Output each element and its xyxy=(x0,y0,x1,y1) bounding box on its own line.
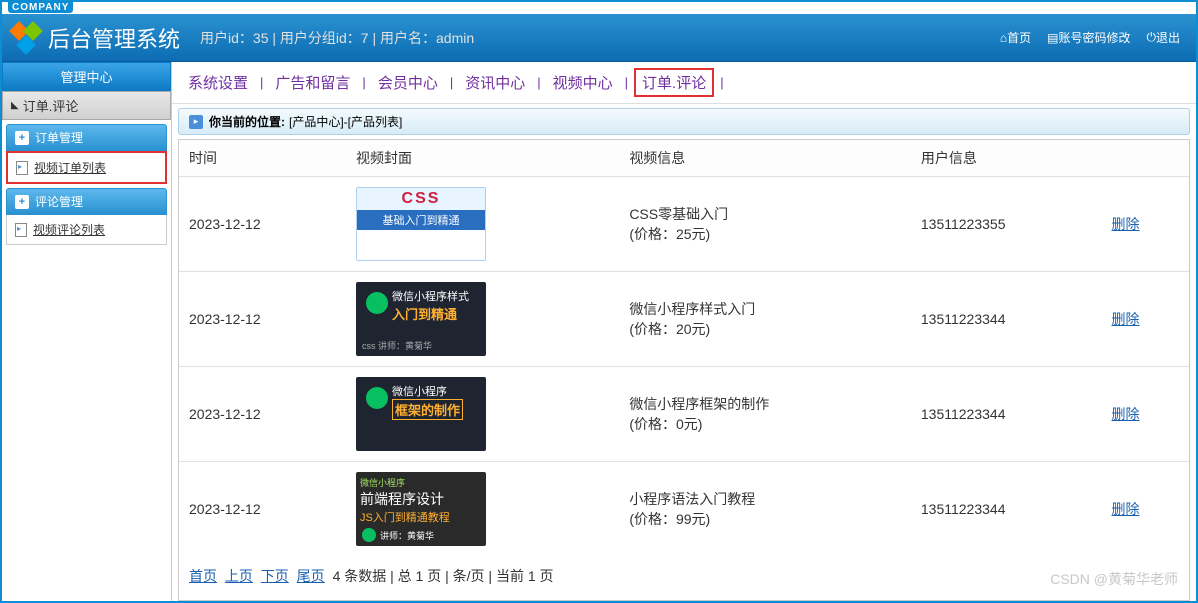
pagination: 首页 上页 下页 尾页 4 条数据 | 总 1 页 | 条/页 | 当前 1 页 xyxy=(179,556,1189,596)
video-thumbnail: 微信小程序框架的制作 xyxy=(356,377,486,451)
nav-system[interactable]: 系统设置 xyxy=(182,70,254,95)
table-row: 2023-12-12 微信小程序样式入门到精通css 讲师：黄菊华 微信小程序样… xyxy=(179,272,1189,367)
delete-link[interactable]: 删除 xyxy=(1112,311,1140,327)
breadcrumb: ▸ 你当前的位置: [产品中心]-[产品列表] xyxy=(178,108,1190,135)
logout-button[interactable]: ⏻退出 xyxy=(1140,26,1186,49)
sidebar-section[interactable]: ◣订单.评论 xyxy=(2,91,171,120)
page-next[interactable]: 下页 xyxy=(261,568,289,584)
doc-icon xyxy=(15,223,27,237)
power-icon: ⏻ xyxy=(1146,30,1156,45)
video-thumbnail: 微信小程序样式入门到精通css 讲师：黄菊华 xyxy=(356,282,486,356)
company-tag: COMPANY xyxy=(8,2,73,13)
table-row: 2023-12-12 微信小程序框架的制作 微信小程序框架的制作(价格：0元) … xyxy=(179,367,1189,462)
video-thumbnail: 微信小程序前端程序设计JS入门到精通教程讲师：黄菊华 xyxy=(356,472,486,546)
top-nav: 系统设置| 广告和留言| 会员中心| 资讯中心| 视频中心| 订单.评论| xyxy=(172,62,1196,104)
location-icon: ▸ xyxy=(189,115,203,129)
nav-videos[interactable]: 视频中心 xyxy=(547,70,619,95)
delete-link[interactable]: 删除 xyxy=(1112,216,1140,232)
table-row: 2023-12-12 微信小程序前端程序设计JS入门到精通教程讲师：黄菊华 小程… xyxy=(179,462,1189,557)
arrow-icon: ◣ xyxy=(11,100,19,111)
col-action xyxy=(1102,140,1190,177)
nav-news[interactable]: 资讯中心 xyxy=(459,70,531,95)
home-button[interactable]: ⌂首页 xyxy=(994,26,1037,49)
sidebar-item-video-orders[interactable]: 视频订单列表 xyxy=(6,151,167,184)
app-title: 后台管理系统 xyxy=(48,22,180,54)
col-video: 视频信息 xyxy=(619,140,911,177)
delete-link[interactable]: 删除 xyxy=(1112,501,1140,517)
col-time: 时间 xyxy=(179,140,346,177)
home-icon: ⌂ xyxy=(1000,31,1007,45)
expand-icon: + xyxy=(15,195,29,209)
nav-ads[interactable]: 广告和留言 xyxy=(269,70,356,95)
sidebar: 管理中心 ◣订单.评论 +订单管理 视频订单列表 +评论管理 视频评论列表 xyxy=(2,62,172,601)
page-prev[interactable]: 上页 xyxy=(225,568,253,584)
account-button[interactable]: ▤账号密码修改 xyxy=(1041,26,1136,49)
col-user: 用户信息 xyxy=(911,140,1102,177)
edit-icon: ▤ xyxy=(1047,31,1058,45)
sidebar-item-video-comments[interactable]: 视频评论列表 xyxy=(6,215,167,245)
page-last[interactable]: 尾页 xyxy=(297,568,325,584)
user-info: 用户id：35 | 用户分组id：7 | 用户名：admin xyxy=(200,28,474,48)
header: 后台管理系统 用户id：35 | 用户分组id：7 | 用户名：admin ⌂首… xyxy=(2,14,1196,62)
table-row: 2023-12-12 CSS零基础入门(价格：25元) 13511223355 … xyxy=(179,177,1189,272)
sidebar-panel-comments[interactable]: +评论管理 xyxy=(6,188,167,215)
doc-icon xyxy=(16,161,28,175)
page-first[interactable]: 首页 xyxy=(189,568,217,584)
nav-members[interactable]: 会员中心 xyxy=(372,70,444,95)
sidebar-panel-orders[interactable]: +订单管理 xyxy=(6,124,167,151)
delete-link[interactable]: 删除 xyxy=(1112,406,1140,422)
expand-icon: + xyxy=(15,131,29,145)
col-cover: 视频封面 xyxy=(346,140,619,177)
order-table: 时间 视频封面 视频信息 用户信息 2023-12-12 CSS零基础入门(价格… xyxy=(179,140,1189,556)
nav-orders-comments[interactable]: 订单.评论 xyxy=(634,68,714,97)
video-thumbnail xyxy=(356,187,486,261)
logo-icon xyxy=(12,24,40,52)
sidebar-header: 管理中心 xyxy=(2,62,171,91)
page-info: 4 条数据 | 总 1 页 | 条/页 | 当前 1 页 xyxy=(333,568,554,584)
